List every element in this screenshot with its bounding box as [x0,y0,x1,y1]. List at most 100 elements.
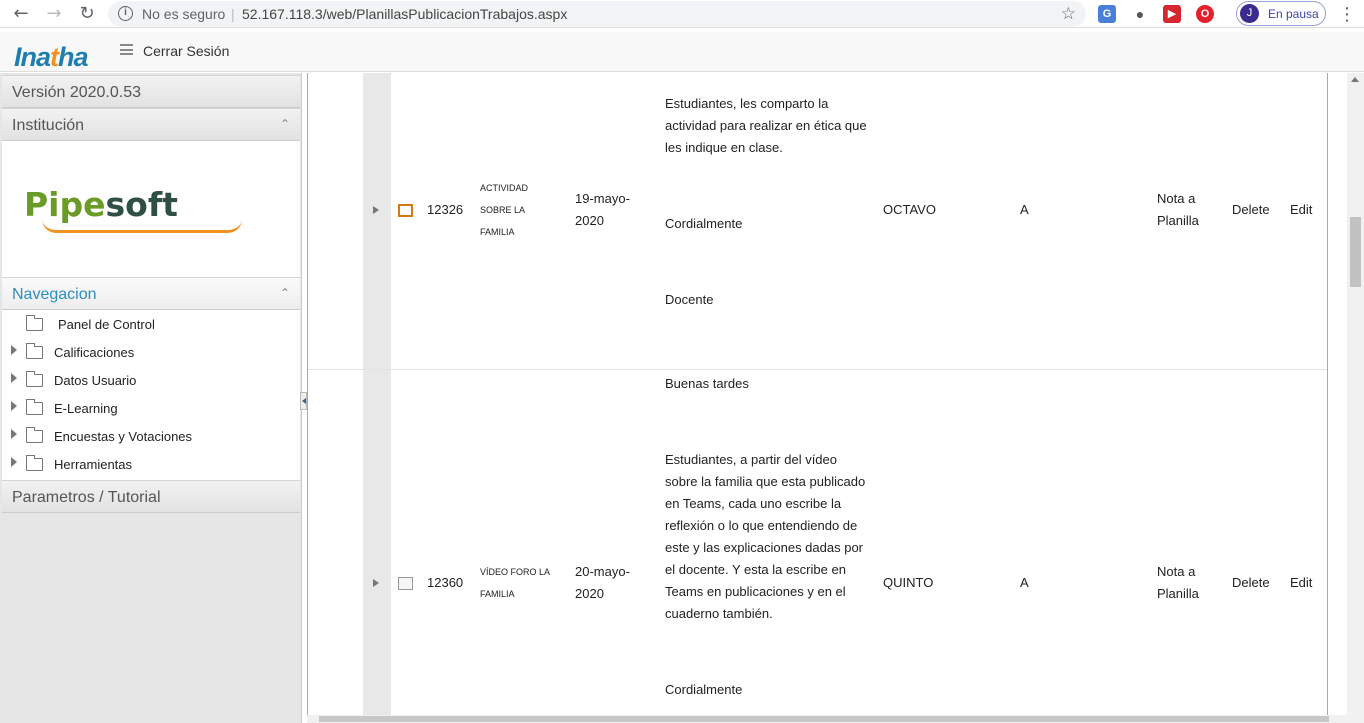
desc-line: Estudiantes, a partir del vídeo [665,452,837,467]
sidebar-item-datos-usuario[interactable]: Datos Usuario [2,366,300,394]
date-line: 19-mayo- [575,191,630,206]
desc-line: en Teams, cada uno escribe la [665,496,842,511]
vertical-scrollbar[interactable] [1347,73,1364,723]
desc-line: sobre la familia que esta publicado [665,474,866,489]
row-gutter [363,73,391,717]
title-line: FAMILIA [480,589,515,599]
sidebar-item-calificaciones[interactable]: Calificaciones [2,338,300,366]
title-line: SOBRE LA [480,205,526,215]
navigation-header[interactable]: Navegacion ⌃ [2,277,300,310]
expand-arrow-icon[interactable] [11,345,17,355]
folder-icon [26,399,43,415]
note-line: Planilla [1157,213,1199,228]
expand-arrow-icon[interactable] [11,373,17,383]
logo-part: Ina [14,42,51,72]
desc-line: Cordialmente [665,682,743,697]
info-icon[interactable]: i [118,6,133,21]
desc-line: Teams en publicaciones y en el [665,584,846,599]
navigation-tree: Panel de Control Calificaciones Datos Us… [2,310,300,480]
navigation-label: Navegacion [12,286,97,303]
title-line: VÍDEO FORO LA [480,567,551,577]
desc-line: Buenas tardes [665,376,749,391]
sidebar-item-label: Datos Usuario [54,373,137,388]
expand-arrow-icon[interactable] [11,429,17,439]
opera-icon[interactable]: O [1196,5,1214,23]
attachment-icon[interactable] [398,204,413,217]
sidebar-item-panel-de-control[interactable]: Panel de Control [2,310,300,338]
institution-panel: Pipesoft [2,141,300,279]
desc-line: Docente [665,292,714,307]
folder-icon [26,371,43,387]
note-line: Nota a [1157,564,1196,579]
broken-image-icon[interactable] [398,577,413,590]
params-header[interactable]: Parametros / Tutorial [2,480,300,513]
expand-row-icon[interactable] [373,579,379,587]
sidebar-item-label: E-Learning [54,401,118,416]
row-id: 12360 [427,575,464,590]
horizontal-scrollbar[interactable] [307,715,1347,723]
folder-icon [26,427,43,443]
menu-dots-icon[interactable]: ⋮ [1338,3,1356,25]
note-line: Nota a [1157,191,1196,206]
params-label: Parametros / Tutorial [12,489,161,506]
sidebar-item-e-learning[interactable]: E-Learning [2,394,300,422]
row-grade: QUINTO [883,575,934,590]
scrollbar-thumb[interactable] [1350,217,1361,287]
row-grade: OCTAVO [883,202,936,217]
desc-line: el docente. Y esta la escribe en [665,562,846,577]
app-logo[interactable]: Inatha [14,42,89,73]
date-line: 2020 [575,213,604,228]
row-id: 12326 [427,202,464,217]
folder-icon [26,343,43,359]
title-line: ACTIVIDAD [480,183,529,193]
desc-line: Cordialmente [665,216,743,231]
collapse-sidebar-handle[interactable] [300,392,307,410]
translate-icon[interactable]: G [1098,5,1116,23]
logout-link[interactable]: Cerrar Sesión [143,43,229,59]
address-bar[interactable]: i No es seguro | 52.167.118.3/web/Planil… [108,1,1086,27]
avatar: J [1240,4,1259,23]
date-line: 20-mayo- [575,564,630,579]
institution-label: Institución [12,117,85,134]
sidebar-item-herramientas[interactable]: Herramientas [2,450,300,478]
chevron-up-icon[interactable]: ⌃ [280,117,290,131]
expand-arrow-icon[interactable] [11,457,17,467]
delete-link[interactable]: Delete [1232,199,1270,221]
expand-arrow-icon[interactable] [11,401,17,411]
delete-link[interactable]: Delete [1232,572,1270,594]
desc-line: les indique en clase. [665,140,783,155]
nota-planilla-link[interactable]: Nota a Planilla [1157,561,1199,605]
reload-icon[interactable]: ↻ [76,3,98,25]
logo-part: ha [58,42,88,72]
desc-line: reflexión o lo que entendiendo de [665,518,858,533]
row-title: VÍDEO FORO LA FAMILIA [480,561,550,605]
browser-toolbar: ← → ↻ i No es seguro | 52.167.118.3/web/… [0,0,1364,28]
logo-part: t [50,42,59,72]
star-icon[interactable]: ☆ [1061,4,1076,24]
row-title: ACTIVIDAD SOBRE LA FAMILIA [480,177,528,243]
forward-icon[interactable]: → [43,3,65,25]
hamburger-icon[interactable] [120,44,133,55]
scrollbar-thumb[interactable] [319,716,1329,722]
sidebar-item-label: Panel de Control [58,317,155,332]
url-text[interactable]: 52.167.118.3/web/PlanillasPublicacionTra… [242,6,567,22]
chevron-up-icon[interactable]: ⌃ [280,286,290,300]
institution-header[interactable]: Institución ⌃ [2,108,300,141]
sidebar-item-label: Calificaciones [54,345,135,360]
expand-row-icon[interactable] [373,206,379,214]
sidebar: Versión 2020.0.53 Institución ⌃ Pipesoft… [0,73,302,723]
row-description: Estudiantes, les comparto la actividad p… [665,93,870,311]
edit-link[interactable]: Edit [1290,199,1312,221]
back-icon[interactable]: ← [10,3,32,25]
extension-icon[interactable]: ▶ [1163,5,1181,23]
sidebar-item-label: Herramientas [54,457,133,472]
lightbulb-icon[interactable]: ● [1131,5,1149,23]
scroll-up-icon[interactable] [1351,77,1359,82]
title-line: FAMILIA [480,227,515,237]
profile-button[interactable]: J En pausa [1236,1,1326,26]
nota-planilla-link[interactable]: Nota a Planilla [1157,188,1199,232]
sidebar-item-encuestas[interactable]: Encuestas y Votaciones [2,422,300,450]
edit-link[interactable]: Edit [1290,572,1312,594]
desc-line: actividad para realizar en ética que [665,118,867,133]
row-group: A [1020,575,1029,590]
